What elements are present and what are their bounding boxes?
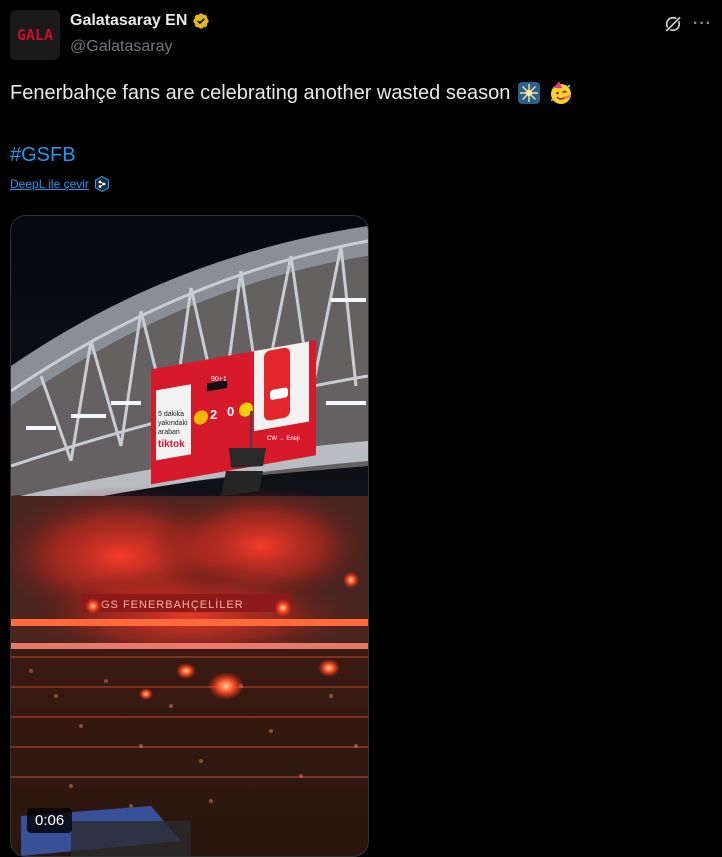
stadium-banner: GS FENERBAHÇELİLER <box>101 598 244 611</box>
tweet-text-row: Fenerbahçe fans are celebrating another … <box>10 80 574 106</box>
scoreboard-promo-1: 5 dakika <box>158 411 184 418</box>
scoreboard-sponsor: tiktok <box>158 439 185 450</box>
scoreboard-promo-2: yakındaki <box>158 420 188 427</box>
avatar[interactable]: GALA <box>10 10 60 60</box>
tweet-video[interactable]: 5 dakika yakındaki araban tiktok 90+1 2 … <box>10 215 369 857</box>
deepl-icon <box>94 176 109 192</box>
author-name-row: Galatasaray EN <box>70 12 210 30</box>
sparkler-emoji-icon <box>516 80 542 106</box>
scoreboard-away-score: 0 <box>227 404 234 419</box>
avatar-logo-text: GALA <box>16 26 54 44</box>
account-handle[interactable]: @Galatasaray <box>70 38 173 56</box>
video-frame: 5 dakika yakındaki araban tiktok 90+1 2 … <box>11 216 368 856</box>
scoreboard-clock: 90+1 <box>211 376 227 383</box>
video-duration-badge: 0:06 <box>27 808 73 833</box>
display-name[interactable]: Galatasaray EN <box>70 12 187 30</box>
scoreboard-side-text: CW → Eneji <box>267 436 300 442</box>
hashtag-link[interactable]: #GSFB <box>10 144 76 167</box>
more-options-icon[interactable]: ··· <box>693 15 712 33</box>
tweet-text: Fenerbahçe fans are celebrating another … <box>10 81 511 104</box>
partying-face-emoji-icon <box>548 80 574 106</box>
scoreboard-promo-3: araban <box>158 429 180 436</box>
verified-badge-icon <box>193 13 210 29</box>
tweet-actions: ··· <box>663 14 712 34</box>
translate-link[interactable]: DeepL ile çevir <box>10 177 89 191</box>
scoreboard-home-score: 2 <box>210 407 217 422</box>
grok-icon[interactable] <box>663 14 683 34</box>
translate-row: DeepL ile çevir <box>10 176 110 192</box>
